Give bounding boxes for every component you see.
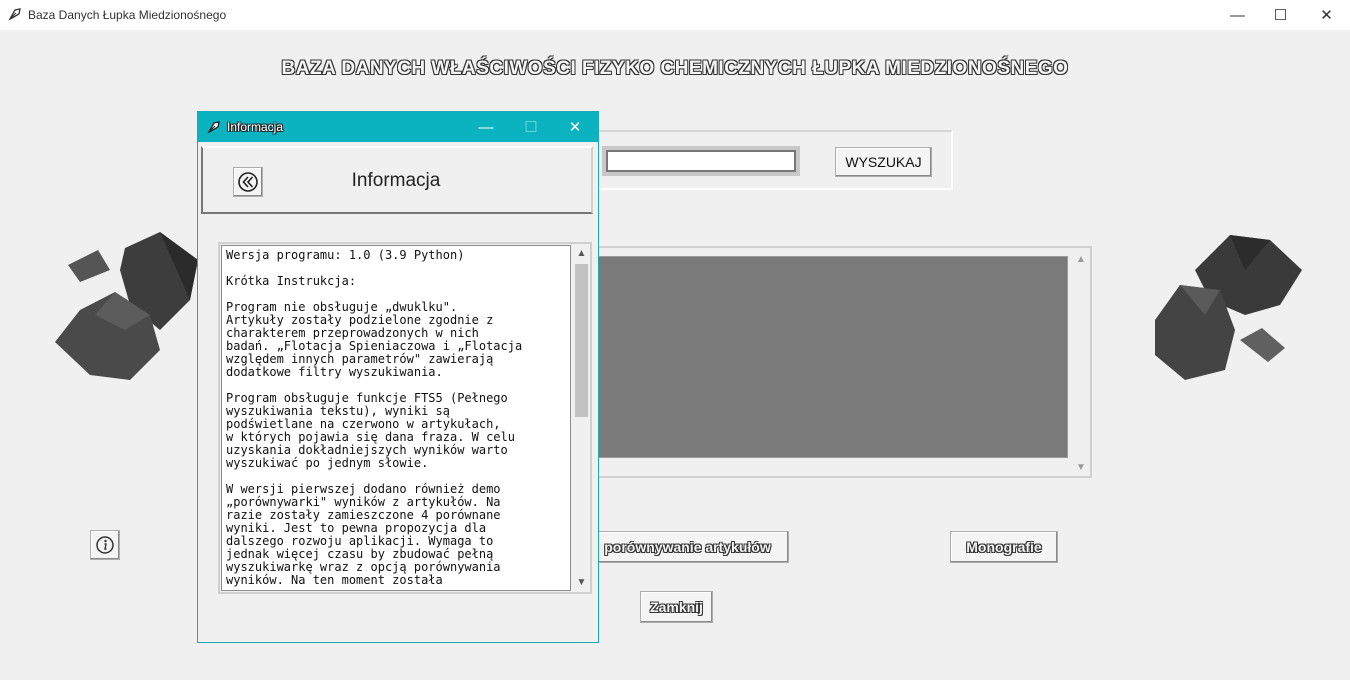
page-title: BAZA DANYCH WŁAŚCIWOŚCI FIZYKO CHEMICZNY…: [281, 58, 1069, 79]
close-button[interactable]: ✕: [1304, 0, 1349, 30]
close-app-button[interactable]: Zamknij: [640, 591, 713, 623]
maximize-button[interactable]: ☐: [1258, 0, 1303, 30]
info-icon: [96, 536, 114, 554]
info-text: Wersja programu: 1.0 (3.9 Python) Krótka…: [226, 248, 523, 587]
rock-decoration-left: [55, 232, 198, 380]
feather-app-icon: [8, 8, 21, 21]
feather-app-icon: [207, 121, 220, 134]
dialog-title: Informacja: [227, 120, 284, 134]
scroll-up-icon[interactable]: ▲: [1076, 254, 1086, 265]
dialog-minimize-button[interactable]: —: [463, 112, 509, 142]
double-chevron-left-icon: [238, 172, 258, 192]
scroll-up-icon[interactable]: ▲: [573, 245, 590, 262]
info-scrollbar[interactable]: ▲ ▼: [573, 245, 590, 591]
window-title: Baza Danych Łupka Miedzionośnego: [28, 8, 227, 22]
window-titlebar: Baza Danych Łupka Miedzionośnego — ☐ ✕: [0, 0, 1350, 30]
dialog-close-button[interactable]: ✕: [552, 112, 598, 142]
search-button[interactable]: WYSZUKAJ: [835, 147, 932, 177]
scroll-down-icon[interactable]: ▼: [573, 574, 590, 591]
results-list[interactable]: [598, 256, 1068, 458]
search-input[interactable]: [602, 146, 800, 176]
rock-decoration-right: [1155, 235, 1302, 380]
minimize-button[interactable]: —: [1215, 0, 1260, 30]
scroll-down-icon[interactable]: ▼: [1076, 462, 1086, 473]
dialog-heading: Informacja: [351, 170, 441, 191]
back-button[interactable]: [233, 167, 263, 197]
info-dialog: Informacja — ☐ ✕ Informacja Wersja progr…: [197, 111, 599, 643]
dialog-titlebar: Informacja — ☐ ✕: [198, 112, 598, 142]
monografie-button[interactable]: Monografie: [950, 531, 1058, 563]
compare-articles-button[interactable]: porównywanie artykułów: [586, 531, 789, 563]
dialog-maximize-button[interactable]: ☐: [508, 112, 554, 142]
info-textbox[interactable]: Wersja programu: 1.0 (3.9 Python) Krótka…: [221, 245, 571, 591]
info-button[interactable]: [90, 530, 120, 560]
scrollbar-thumb[interactable]: [575, 264, 588, 417]
